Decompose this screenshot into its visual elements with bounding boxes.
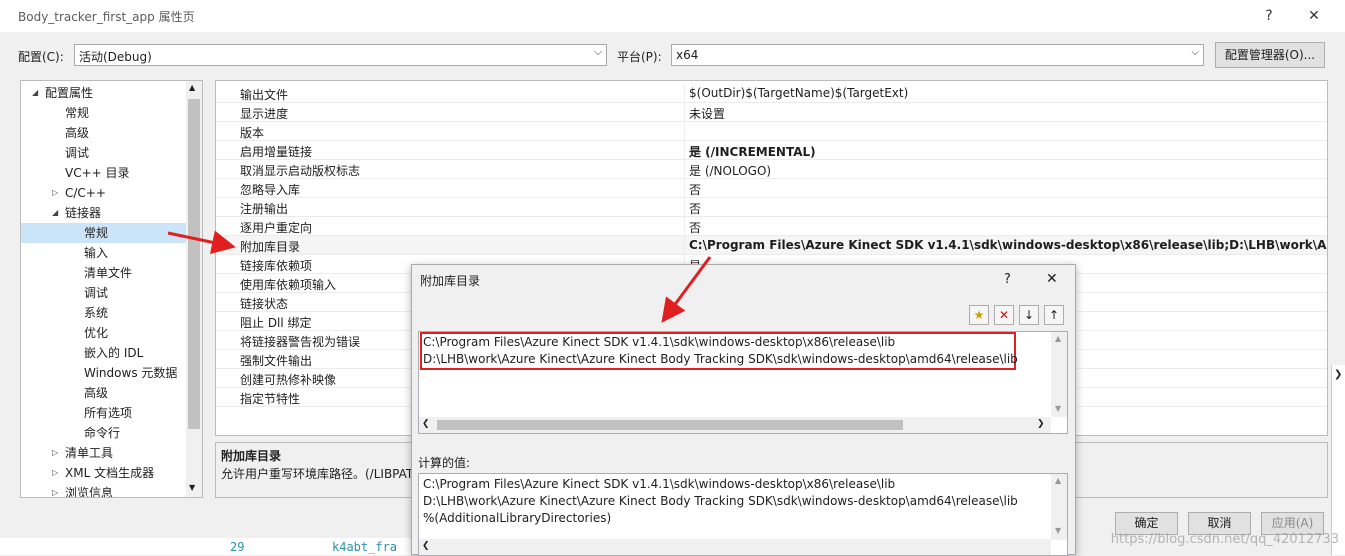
annotation-arrow-dialog <box>661 256 712 323</box>
annotation-arrow-tree <box>167 230 236 255</box>
watermark: https://blog.csdn.net/qq_42012733 <box>1110 532 1339 547</box>
annotation-arrows <box>167 230 712 323</box>
